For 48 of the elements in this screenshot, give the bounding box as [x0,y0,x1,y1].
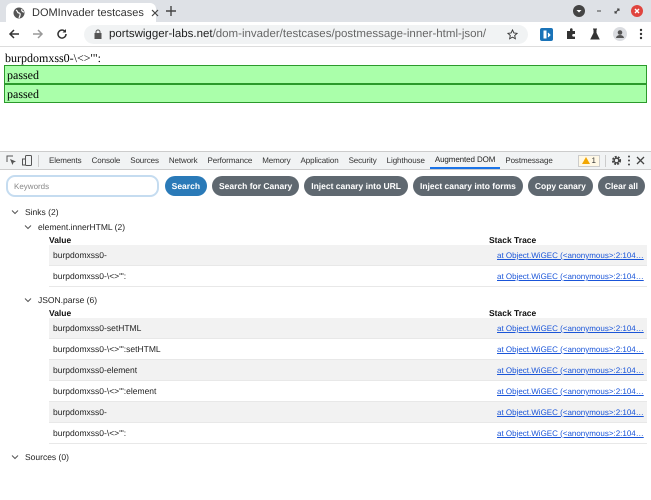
tree-item[interactable]: Sinks (2) [25,207,59,217]
action-button[interactable]: Inject canary into forms [413,176,523,196]
result-banner: passed [4,84,647,103]
tree-item[interactable]: JSON.parse (6) [38,295,98,305]
browser-tab[interactable]: DOMInvader testcases [6,3,156,22]
warning-badge[interactable]: 1 [578,154,600,166]
devtools-tab[interactable]: Memory [257,152,296,169]
table-cell-text: burpdomxss0- [52,250,108,260]
table-cell-text: burpdomxss0-element [52,365,138,375]
column-header: Value [49,308,72,318]
column-header: Value [49,234,72,244]
keywords-field[interactable]: Keywords [6,175,159,197]
page-heading: burpdomxss0-\<>'": [4,51,102,65]
stack-trace-link[interactable]: at Object.WiGEC (<anonymous>:2:104… [497,272,644,281]
tree-item[interactable]: element.innerHTML (2) [38,222,126,232]
stack-trace-link[interactable]: at Object.WiGEC (<anonymous>:2:104… [497,366,644,375]
address-bar[interactable]: portswigger-labs.net/dom-invader/testcases/postmessage-inner-html-json/ [84,24,528,44]
devtools-tab[interactable]: Security [344,152,382,169]
stack-trace-link[interactable]: at Object.WiGEC (<anonymous>:2:104… [497,345,644,354]
devtools-tab[interactable]: Lighthouse [382,152,430,169]
stack-trace-link[interactable]: at Object.WiGEC (<anonymous>:2:104… [497,387,644,396]
table-cell-text: burpdomxss0-\<>'": [52,271,128,281]
action-button[interactable]: Copy canary [528,176,593,196]
table-cell-text: burpdomxss0-\<>'":setHTML [52,344,162,354]
tree-item[interactable]: Sources (0) [25,452,69,462]
stack-trace-link[interactable]: at Object.WiGEC (<anonymous>:2:104… [497,429,644,438]
action-button[interactable]: Clear all [598,176,645,196]
table-cell-text: burpdomxss0-\<>'":element [52,386,158,396]
devtools-tab[interactable]: Performance [202,152,258,169]
devtools-tab[interactable]: Sources [125,152,164,169]
devtools-tab[interactable]: Elements [44,152,87,169]
search-button[interactable]: Search [164,176,208,196]
table-cell-text: burpdomxss0-setHTML [52,323,142,333]
stack-trace-link[interactable]: at Object.WiGEC (<anonymous>:2:104… [497,408,644,417]
devtools-tab[interactable]: Augmented DOM [430,152,500,169]
column-header: Stack Trace [489,308,536,318]
devtools-tab[interactable]: Console [86,152,126,169]
action-button[interactable]: Search for Canary [212,176,300,196]
column-header: Stack Trace [489,234,536,244]
action-button[interactable]: Inject canary into URL [304,176,408,196]
table-cell-text: burpdomxss0-\<>'": [52,428,128,438]
devtools-tab[interactable]: Network [164,152,203,169]
devtools-tab[interactable]: Application [296,152,344,169]
table-cell-text: burpdomxss0- [52,407,108,417]
stack-trace-link[interactable]: at Object.WiGEC (<anonymous>:2:104… [497,251,644,260]
devtools-tab[interactable]: Postmessage [500,152,558,169]
result-banner: passed [4,65,647,84]
stack-trace-link[interactable]: at Object.WiGEC (<anonymous>:2:104… [497,324,644,333]
